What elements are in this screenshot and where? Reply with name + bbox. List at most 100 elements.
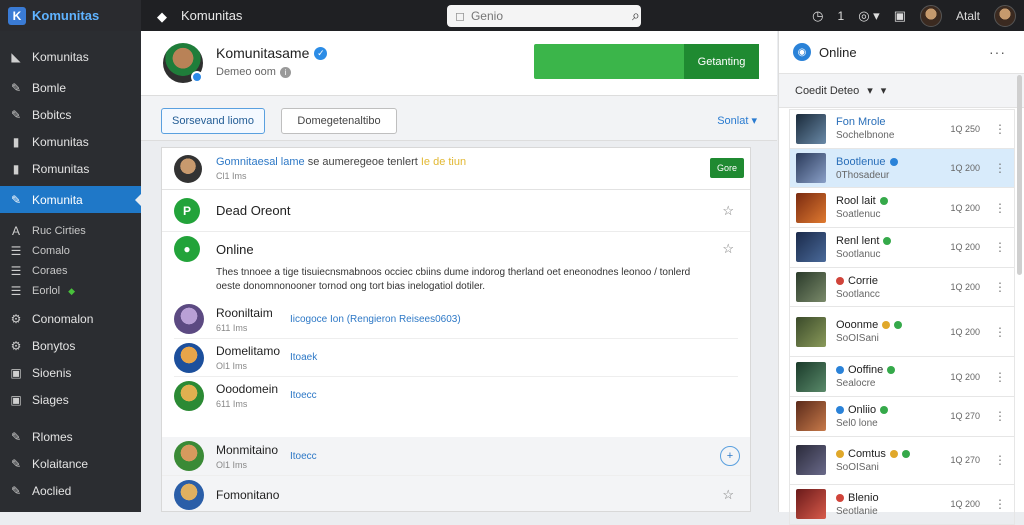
- user-avatar[interactable]: [919, 4, 942, 27]
- secondary-filter-button[interactable]: Domegetenaltibo: [281, 108, 397, 134]
- chevron-down-icon: ▾: [751, 115, 757, 127]
- sidebar-item-siages[interactable]: ▣ Siages: [0, 386, 141, 413]
- sidebar-item-romunitas[interactable]: ▮ Romunitas: [0, 155, 141, 182]
- profile-card: Komunitasame ✓ Demeo oom i Getanting: [141, 31, 777, 96]
- list-item[interactable]: Fon Mrole Sochelbnone 1Q 250 ⋮: [789, 109, 1015, 149]
- profile-name-row: Komunitasame ✓: [216, 45, 328, 61]
- list-item[interactable]: Comtus SoOISani 1Q 270 ⋮: [789, 436, 1015, 485]
- profile-subtitle-row: Demeo oom i: [216, 66, 291, 78]
- status-icon: [889, 449, 898, 458]
- list-item[interactable]: Blenio Seotlanie 1Q 200 ⋮: [789, 484, 1015, 525]
- entry-link[interactable]: Itoecc: [290, 390, 317, 401]
- list-item[interactable]: Ooodomein 611 Ims Itoecc: [174, 376, 738, 414]
- search-icon[interactable]: ⌕: [632, 7, 640, 24]
- item-name: Comtus: [848, 447, 886, 460]
- list-item[interactable]: Ooffine Sealocre 1Q 200 ⋮: [789, 357, 1015, 398]
- item-time: 1Q 270: [950, 411, 980, 422]
- sidebar-item-comalo[interactable]: ☰ Comalo: [0, 241, 141, 261]
- list-item[interactable]: Fomonitano ☆: [162, 475, 750, 513]
- app-logo[interactable]: K Komunitas: [0, 0, 141, 31]
- add-icon[interactable]: +: [720, 446, 740, 466]
- search-bar[interactable]: ◻ ⌕: [447, 4, 641, 27]
- sidebar-item-conomalon[interactable]: ⚙ Conomalon: [0, 305, 141, 332]
- online-panel: ◉ Online ··· Coedit Deteo ▾ ▾ Fon Mrole …: [778, 31, 1024, 525]
- list-item[interactable]: Onliio Sel0 lone 1Q 270 ⋮: [789, 397, 1015, 437]
- list-item[interactable]: Renl lent Sootlanuc 1Q 200 ⋮: [789, 228, 1015, 268]
- sidebar-item-rlomes[interactable]: ✎ Rlomes: [0, 423, 141, 450]
- star-icon[interactable]: ☆: [722, 203, 734, 219]
- star-icon[interactable]: ☆: [722, 241, 734, 257]
- panel-filter[interactable]: Coedit Deteo ▾ ▾: [779, 74, 1024, 108]
- entry-name: Fomonitano: [216, 487, 280, 502]
- feed-highlight[interactable]: Ie de tiun: [421, 156, 466, 168]
- clock-icon[interactable]: ◷: [812, 8, 823, 24]
- list-item[interactable]: Ooonme SoOISani 1Q 200 ⋮: [789, 307, 1015, 358]
- sidebar-item-komunitas-2[interactable]: ▮ Komunitas: [0, 128, 141, 155]
- drag-handle-icon[interactable]: ⋮: [994, 122, 1006, 136]
- item-sub: 0Thosadeur: [836, 169, 890, 181]
- item-name: Fon Mrole: [836, 116, 886, 129]
- sidebar-item-label: Sioenis: [32, 365, 72, 380]
- controller-icon[interactable]: ◎ ▾: [858, 8, 879, 24]
- sidebar-item-bonytos[interactable]: ⚙ Bonytos: [0, 332, 141, 359]
- profile-avatar-icon[interactable]: [994, 4, 1016, 27]
- primary-filter-button[interactable]: Sorsevand liomo: [161, 108, 265, 134]
- entry-time: 611 Ims: [216, 399, 248, 409]
- list-item[interactable]: Rool lait Soatlenuc 1Q 200 ⋮: [789, 188, 1015, 229]
- user-name[interactable]: Atalt: [956, 9, 980, 23]
- sidebar-item-coraes[interactable]: ☰ Coraes: [0, 261, 141, 281]
- drag-handle-icon[interactable]: ⋮: [994, 453, 1006, 467]
- drag-handle-icon[interactable]: ⋮: [994, 325, 1006, 339]
- list-item[interactable]: Domelitamo Ol1 Ims Itoaek: [174, 338, 738, 376]
- sidebar-item-kolaitance[interactable]: ✎ Kolaitance: [0, 450, 141, 477]
- drag-handle-icon[interactable]: ⋮: [994, 201, 1006, 215]
- drag-handle-icon[interactable]: ⋮: [994, 240, 1006, 254]
- entry-link[interactable]: Itoecc: [290, 451, 317, 462]
- cta-label[interactable]: Getanting: [684, 44, 759, 79]
- cta-button[interactable]: Getanting: [534, 44, 759, 79]
- item-name: Renl lent: [836, 234, 880, 247]
- page-header: ◆ Komunitas: [157, 8, 447, 24]
- list-item[interactable]: Monmitaino Ol1 Ims Itoecc +: [162, 437, 750, 475]
- info-icon[interactable]: i: [279, 66, 291, 78]
- chevron-down-icon[interactable]: ▾: [867, 84, 873, 97]
- avatar[interactable]: [174, 154, 202, 183]
- sidebar-item-aoclied[interactable]: ✎ Aoclied: [0, 477, 141, 504]
- sidebar-item-ruc-cirties[interactable]: A Ruc Cirties: [0, 221, 141, 241]
- drag-handle-icon[interactable]: ⋮: [994, 370, 1006, 384]
- verified-icon: ✓: [314, 46, 328, 60]
- list-icon: ☰: [10, 244, 22, 258]
- sidebar-item-label: Rlomes: [32, 429, 73, 444]
- list-item[interactable]: Corrie Sootlancc 1Q 200 ⋮: [789, 267, 1015, 308]
- sidebar-item-label: Romunitas: [32, 161, 90, 176]
- panel-title: Online: [819, 44, 857, 60]
- sidebar-item-komunitas[interactable]: ◣ Komunitas: [0, 43, 141, 70]
- chat-icon[interactable]: ▣: [894, 8, 906, 24]
- item-info: Renl lent Sootlanuc: [836, 235, 940, 260]
- item-info: Bootlenue 0Thosadeur: [836, 156, 940, 181]
- sort-dropdown[interactable]: Sonlat ▾: [717, 114, 757, 127]
- entry-link[interactable]: Itoaek: [290, 352, 317, 363]
- more-icon[interactable]: ···: [989, 44, 1006, 60]
- sidebar-item-eorlol[interactable]: ☰ Eorlol ◆: [0, 281, 141, 301]
- feed-action-button[interactable]: Gore: [710, 158, 744, 178]
- entry-link[interactable]: Iicogoce Ion (Rengieron Reisees0603): [290, 314, 461, 325]
- sidebar-item-bobitcs[interactable]: ✎ Bobitcs: [0, 101, 141, 128]
- chevron-down-icon[interactable]: ▾: [881, 84, 887, 97]
- search-input[interactable]: [470, 8, 626, 23]
- sidebar-item-sioenis[interactable]: ▣ Sioenis: [0, 359, 141, 386]
- item-name-row: Blenio: [836, 492, 940, 504]
- drag-handle-icon[interactable]: ⋮: [994, 497, 1006, 511]
- list-item[interactable]: P Dead Oreont ☆: [162, 190, 750, 232]
- feed-author-link[interactable]: Gomnitaesal lame: [216, 156, 305, 168]
- sidebar-item-komunita[interactable]: ✎ Komunita: [0, 186, 142, 213]
- scrollbar[interactable]: [1017, 75, 1022, 275]
- drag-handle-icon[interactable]: ⋮: [994, 409, 1006, 423]
- list-item[interactable]: Rooniltaim 611 Ims Iicogoce Ion (Rengier…: [174, 300, 738, 338]
- sidebar-item-bomle[interactable]: ✎ Bomle: [0, 74, 141, 101]
- list-item[interactable]: Bootlenue 0Thosadeur 1Q 200 ⋮: [789, 148, 1015, 189]
- drag-handle-icon[interactable]: ⋮: [994, 161, 1006, 175]
- row-title: Dead Oreont: [216, 203, 291, 218]
- drag-handle-icon[interactable]: ⋮: [994, 280, 1006, 294]
- star-icon[interactable]: ☆: [722, 487, 734, 503]
